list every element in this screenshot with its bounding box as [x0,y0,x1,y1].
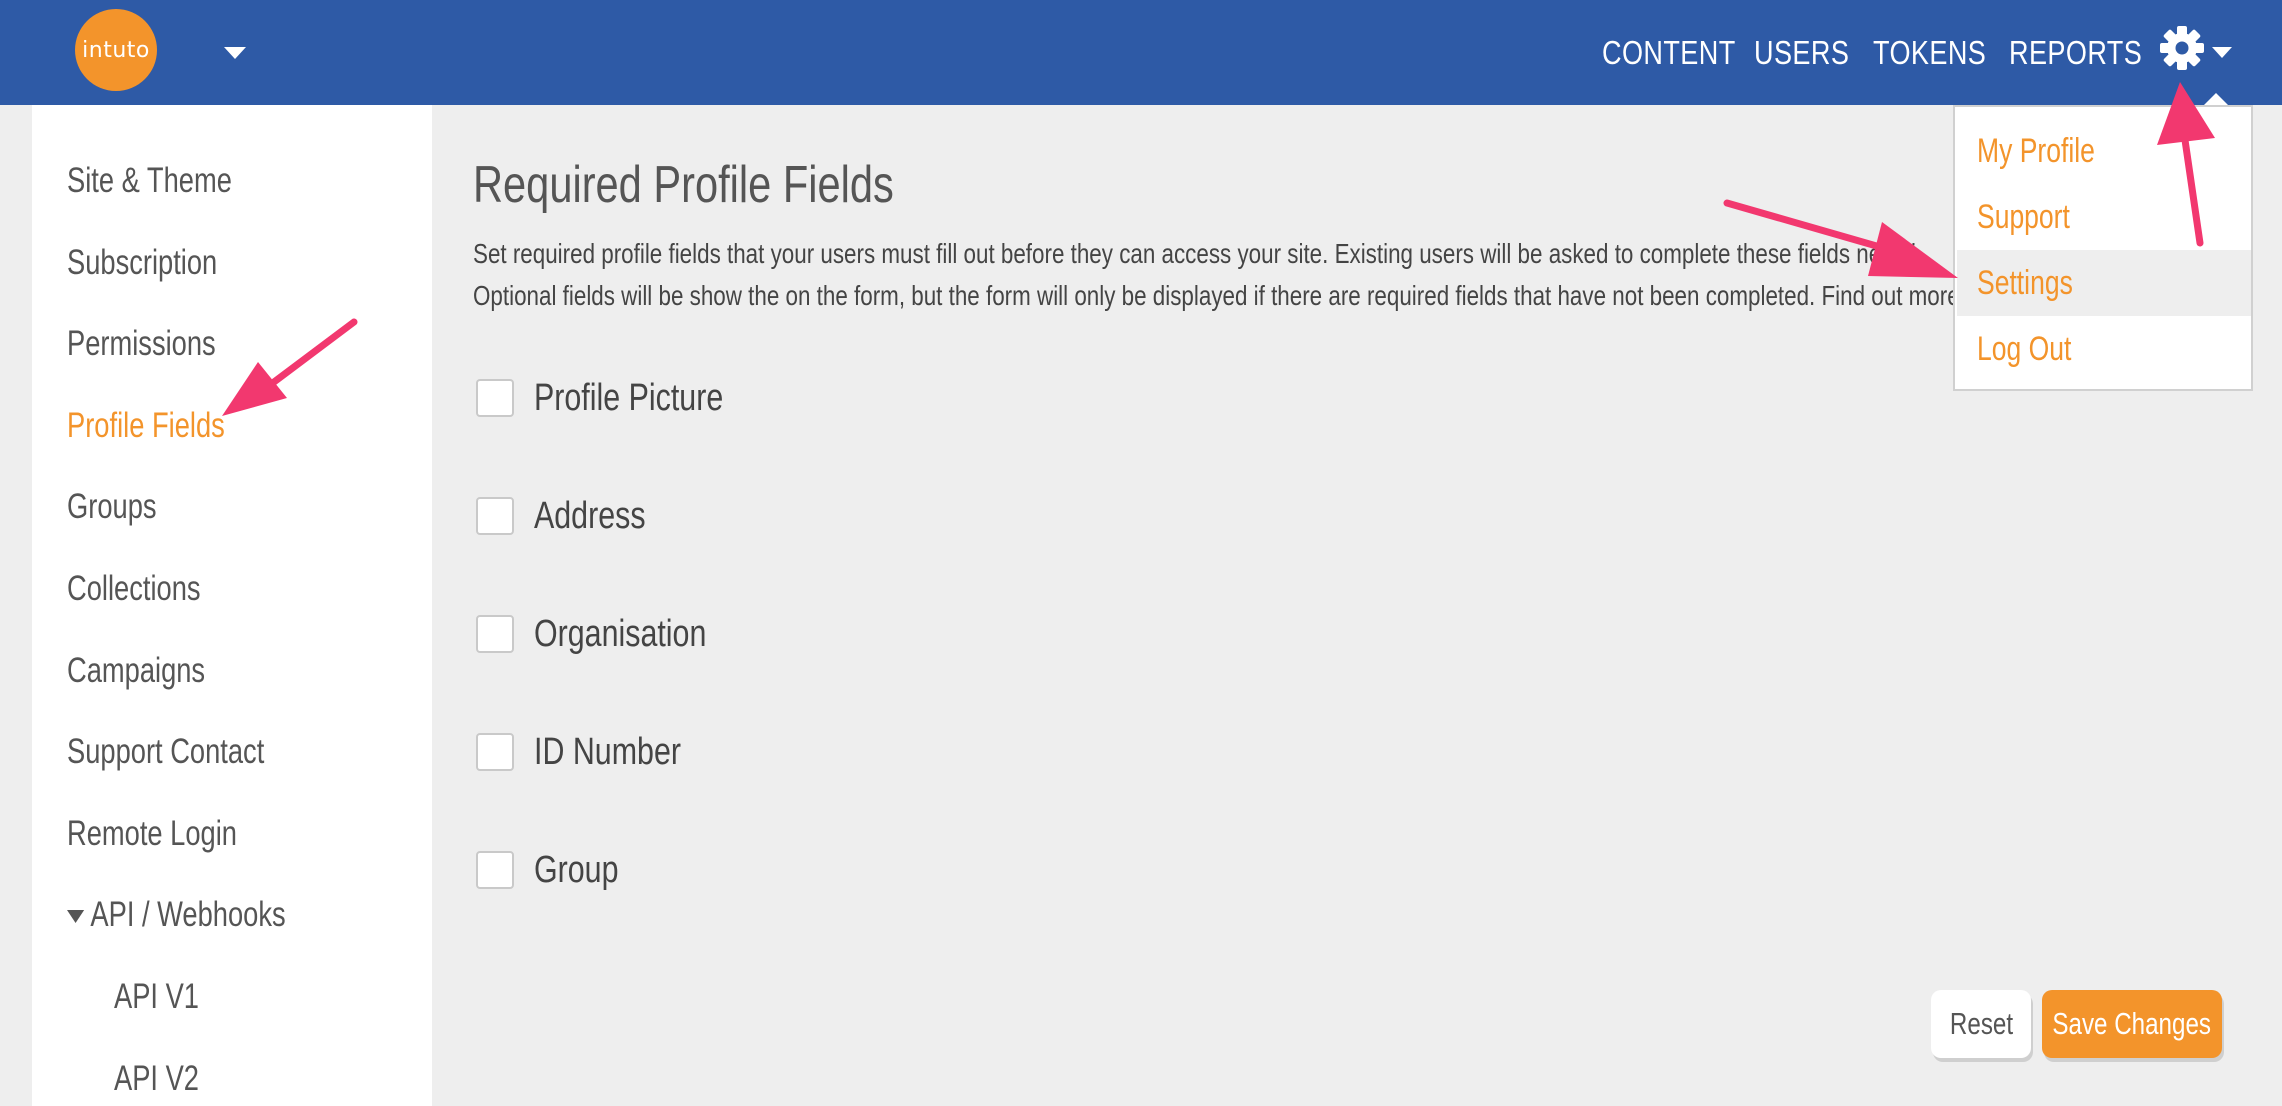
field-label: Organisation [534,612,707,655]
checkbox-profile-picture[interactable] [476,379,514,417]
page-description-line-2: Optional fields will be show the on the … [473,280,2022,311]
page-description-line-1: Set required profile fields that your us… [473,238,1917,269]
page-title: Required Profile Fields [473,156,894,214]
field-organisation: Organisation [476,613,706,655]
field-address: Address [476,495,646,537]
save-changes-button[interactable]: Save Changes [2042,990,2222,1058]
sidebar-item-profile-fields[interactable]: Profile Fields [67,406,225,446]
sidebar-item-permissions[interactable]: Permissions [67,324,216,364]
field-label: ID Number [534,730,681,773]
sidebar-item-subscription[interactable]: Subscription [67,243,217,283]
nav-tokens[interactable]: TOKENS [1873,0,1986,105]
checkbox-organisation[interactable] [476,615,514,653]
sidebar-item-collections[interactable]: Collections [67,569,201,609]
reset-button-label: Reset [1949,1006,2013,1041]
menu-item-label: Support [1977,197,2070,236]
menu-item-my-profile[interactable]: My Profile [1957,118,2251,184]
site-switcher-caret-icon[interactable] [224,47,246,59]
menu-item-label: Log Out [1977,329,2072,368]
sidebar-item-support-contact[interactable]: Support Contact [67,732,264,772]
field-group: Group [476,849,619,891]
expand-caret-icon [67,910,85,924]
gear-icon[interactable] [2158,24,2206,72]
menu-item-log-out[interactable]: Log Out [1957,316,2251,382]
settings-caret-down-icon[interactable] [2212,47,2232,58]
menu-item-label: My Profile [1977,131,2095,170]
intuto-logo[interactable]: intuto [75,9,157,91]
sidebar-item-groups[interactable]: Groups [67,487,157,527]
menu-item-settings[interactable]: Settings [1957,250,2251,316]
checkbox-id-number[interactable] [476,733,514,771]
menu-item-support[interactable]: Support [1957,184,2251,250]
field-label: Address [534,494,646,537]
save-changes-button-label: Save Changes [2052,1006,2212,1041]
sidebar-item-api-v2[interactable]: API V2 [114,1059,199,1099]
sidebar-item-api-webhooks-label: API / Webhooks [90,895,286,934]
nav-content[interactable]: CONTENT [1602,0,1736,105]
top-navigation-bar: intuto CONTENT USERS TOKENS REPORTS [0,0,2282,105]
field-id-number: ID Number [476,731,681,773]
reset-button[interactable]: Reset [1931,990,2031,1058]
settings-dropdown-menu: My Profile Support Settings Log Out [1953,105,2253,391]
field-profile-picture: Profile Picture [476,377,723,419]
field-label: Profile Picture [534,376,724,419]
sidebar-item-api-v1[interactable]: API V1 [114,977,199,1017]
sidebar-item-remote-login[interactable]: Remote Login [67,814,237,854]
menu-item-label: Settings [1977,263,2073,302]
nav-reports[interactable]: REPORTS [2009,0,2142,105]
sidebar-item-campaigns[interactable]: Campaigns [67,651,205,691]
field-label: Group [534,848,619,891]
sidebar-item-site-theme[interactable]: Site & Theme [67,161,232,201]
checkbox-address[interactable] [476,497,514,535]
sidebar-item-api-webhooks[interactable]: API / Webhooks [67,895,286,935]
settings-sidebar: Site & Theme Subscription Permissions Pr… [32,105,432,1106]
checkbox-group[interactable] [476,851,514,889]
nav-users[interactable]: USERS [1754,0,1849,105]
